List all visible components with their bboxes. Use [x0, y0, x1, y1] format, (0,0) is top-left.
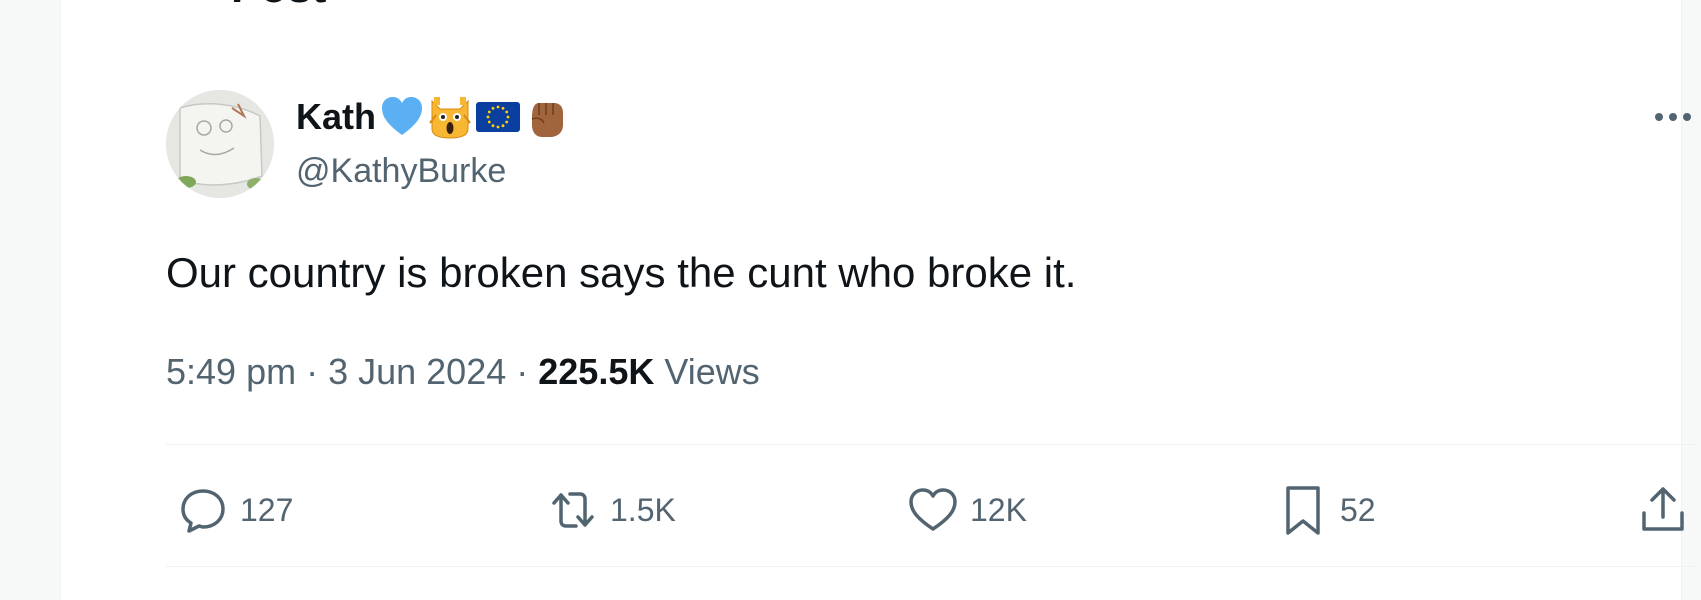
tweet-text: Our country is broken says the cunt who …: [166, 249, 1077, 296]
raised-fist-icon: [531, 103, 563, 137]
blue-heart-icon: [382, 97, 422, 135]
views-label: Views: [664, 351, 760, 392]
avatar-image-icon: [166, 90, 274, 198]
repost-count: 1.5K: [610, 491, 676, 528]
repost-icon: [552, 492, 594, 528]
separator: ·: [516, 351, 539, 392]
share-icon: [1642, 487, 1684, 531]
tweet-time[interactable]: 5:49 pm: [166, 351, 296, 392]
author-name[interactable]: Kath: [296, 97, 376, 137]
back-arrow-icon[interactable]: [173, 0, 193, 4]
action-bar: 127 1.5K 12K 52: [166, 480, 1696, 540]
tweet-date[interactable]: 3 Jun 2024: [328, 351, 506, 392]
bookmark-icon: [1286, 486, 1320, 535]
avatar[interactable]: [166, 90, 274, 198]
like-button[interactable]: 12K: [906, 480, 1027, 540]
divider-bottom: [166, 566, 1696, 567]
share-button[interactable]: [1636, 480, 1690, 540]
views-count: 225.5K: [538, 351, 655, 392]
author-handle[interactable]: @KathyBurke: [296, 151, 506, 191]
author-name-row[interactable]: Kath: [296, 95, 568, 139]
tweet-meta: 5:49 pm · 3 Jun 2024 · 225.5K Views: [166, 350, 760, 394]
bookmark-count: 52: [1340, 491, 1376, 528]
reply-button[interactable]: 127: [176, 480, 293, 540]
repost-button[interactable]: 1.5K: [546, 480, 676, 540]
divider-top: [166, 444, 1696, 445]
eu-flag-icon: [476, 102, 520, 132]
heart-icon: [909, 488, 957, 531]
screaming-cat-icon: [429, 97, 471, 139]
separator: ·: [306, 351, 329, 392]
like-count: 12K: [970, 491, 1027, 528]
reply-count: 127: [240, 491, 294, 528]
reply-icon: [181, 489, 225, 533]
post-card: Post Kath: [60, 0, 1696, 600]
more-options-button[interactable]: [1651, 100, 1695, 134]
page-title: Post: [231, 0, 326, 10]
ellipsis-icon: [1655, 113, 1691, 121]
bookmark-button[interactable]: 52: [1276, 480, 1376, 540]
